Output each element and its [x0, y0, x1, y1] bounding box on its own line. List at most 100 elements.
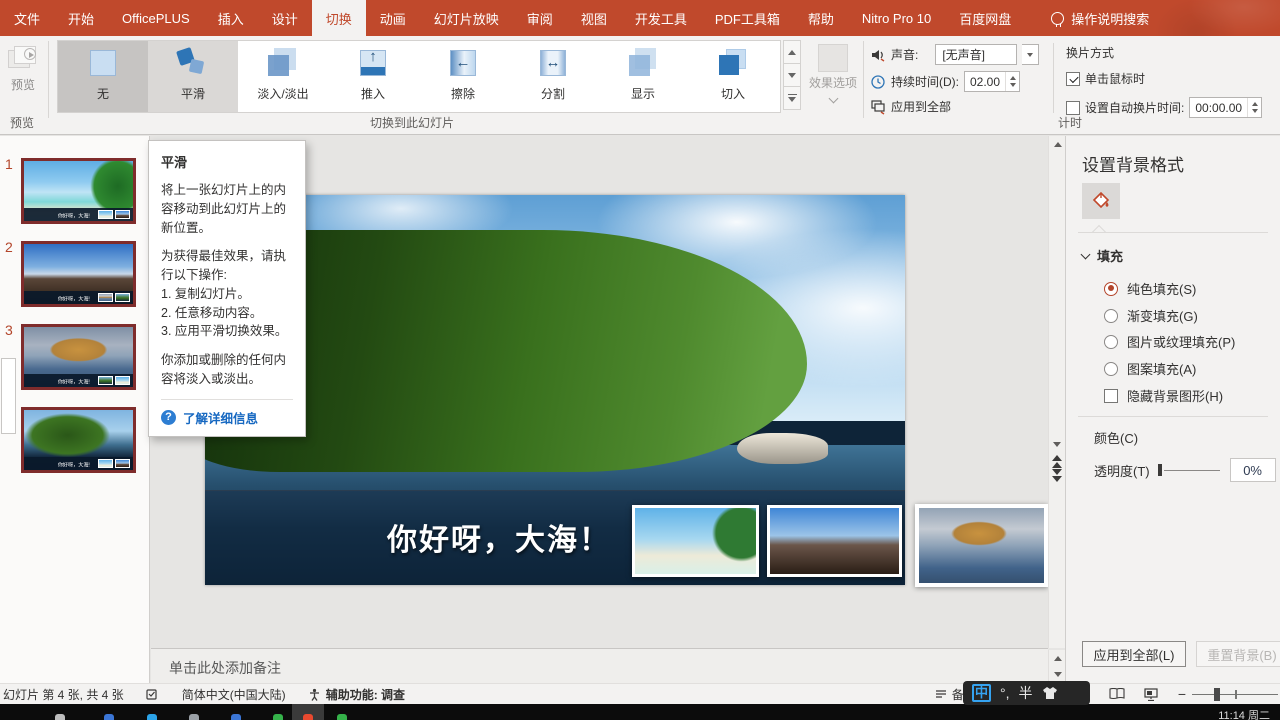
color-label[interactable]: 颜色(C): [1094, 428, 1138, 447]
auto-advance-spin-arrows[interactable]: [1247, 98, 1261, 117]
taskbar-app-icon[interactable]: [337, 714, 347, 720]
zoom-out-button[interactable]: −: [1172, 686, 1192, 702]
next-slide-button[interactable]: [1048, 467, 1065, 483]
duration-spinner[interactable]: 02.00: [964, 71, 1020, 92]
slide-photo-dark-beach[interactable]: [767, 505, 902, 577]
taskbar-app-icon[interactable]: [273, 714, 283, 720]
scroll-up-button[interactable]: [1049, 136, 1066, 152]
fill-option-gradient[interactable]: 渐变填充(G): [1104, 306, 1198, 325]
accessibility-status[interactable]: 辅助功能: 调查: [308, 686, 405, 703]
ime-punctuation-button[interactable]: °,: [1000, 685, 1010, 701]
ime-toolbar[interactable]: 中 °, 半: [963, 681, 1090, 705]
zoom-slider-thumb[interactable]: [1214, 688, 1220, 701]
duration-spin-arrows[interactable]: [1005, 72, 1019, 91]
menu-tab-insert[interactable]: 插入: [204, 0, 258, 36]
offslide-photo-mountain[interactable]: [915, 504, 1048, 587]
ime-chinese-mode-button[interactable]: 中: [972, 684, 991, 702]
transition-none[interactable]: 无: [58, 41, 148, 112]
spellcheck-icon[interactable]: [146, 688, 160, 701]
fill-section-header[interactable]: 填充: [1082, 246, 1123, 265]
slideshow-view-button[interactable]: [1138, 684, 1164, 705]
language-status[interactable]: 简体中文(中国大陆): [182, 686, 286, 703]
transition-morph[interactable]: 平滑: [148, 41, 238, 112]
gallery-scroll-up-button[interactable]: [783, 40, 801, 64]
transition-cover[interactable]: 切入: [688, 41, 778, 112]
transparency-value-box[interactable]: 0%: [1230, 458, 1276, 482]
on-mouse-click-checkbox[interactable]: [1066, 72, 1080, 86]
menu-tab-view[interactable]: 视图: [567, 0, 621, 36]
auto-advance-spinner[interactable]: 00:00.00: [1189, 97, 1262, 118]
scroll-down-button[interactable]: [1048, 436, 1065, 452]
hide-background-checkbox[interactable]: 隐藏背景图形(H): [1104, 386, 1223, 405]
slide-thumbnail-2[interactable]: 你好呀，大海!: [21, 241, 136, 307]
slide-photo-beach[interactable]: [632, 505, 759, 577]
transition-wipe[interactable]: ← 擦除: [418, 41, 508, 112]
reset-background-button[interactable]: 重置背景(B): [1196, 641, 1280, 667]
slide-thumbnail-1[interactable]: 你好呀，大海!: [21, 158, 136, 224]
sound-combobox[interactable]: [无声音]: [935, 44, 1017, 65]
transition-fade[interactable]: 淡入/淡出: [238, 41, 328, 112]
vertical-scrollbar[interactable]: [1048, 136, 1065, 648]
apply-all-icon: [870, 99, 886, 115]
menu-tab-slideshow[interactable]: 幻灯片放映: [420, 0, 513, 36]
zoom-slider[interactable]: [1192, 684, 1278, 705]
effect-options-button[interactable]: 效果选项: [806, 40, 860, 116]
taskbar-clock[interactable]: 11:14 周二: [1218, 707, 1270, 720]
sound-dropdown-button[interactable]: [1022, 44, 1039, 65]
group-divider: [863, 41, 864, 118]
menu-tab-transitions[interactable]: 切换: [312, 0, 366, 36]
apply-to-all-background-button[interactable]: 应用到全部(L): [1082, 641, 1186, 667]
fill-option-pattern[interactable]: 图案填充(A): [1104, 359, 1196, 378]
slide-thumbnail-4[interactable]: 你好呀，大海!: [21, 407, 136, 473]
help-question-icon: ?: [161, 410, 176, 425]
gallery-scroll-down-button[interactable]: [783, 63, 801, 87]
reading-view-button[interactable]: [1104, 684, 1130, 705]
menu-tab-pdf-tools[interactable]: PDF工具箱: [701, 0, 794, 36]
notes-scrollbar[interactable]: [1048, 650, 1065, 683]
menu-tab-baidu[interactable]: 百度网盘: [945, 0, 1025, 36]
menu-tab-design[interactable]: 设计: [258, 0, 312, 36]
taskbar-app-icon[interactable]: [55, 714, 65, 720]
slide-caption-text[interactable]: 你好呀，大海！: [387, 515, 611, 559]
notes-scroll-up-button[interactable]: [1049, 650, 1066, 666]
transition-cover-icon: [716, 48, 750, 80]
radio-icon: [1104, 309, 1118, 323]
menu-tab-developer[interactable]: 开发工具: [621, 0, 701, 36]
menu-tab-home[interactable]: 开始: [54, 0, 108, 36]
menu-tab-review[interactable]: 审阅: [513, 0, 567, 36]
taskbar-app-icon[interactable]: [231, 714, 241, 720]
auto-advance-checkbox[interactable]: [1066, 101, 1080, 115]
ime-halfwidth-button[interactable]: 半: [1019, 683, 1033, 703]
menu-tab-help[interactable]: 帮助: [794, 0, 848, 36]
scrollbar-thumb[interactable]: [1, 358, 16, 434]
windows-taskbar[interactable]: 11:14 周二: [0, 704, 1280, 720]
notes-scroll-down-button[interactable]: [1049, 666, 1066, 682]
apply-to-all-button[interactable]: 应用到全部: [891, 98, 951, 115]
fill-option-solid[interactable]: 纯色填充(S): [1104, 279, 1196, 298]
menu-tab-animations[interactable]: 动画: [366, 0, 420, 36]
fill-option-picture[interactable]: 图片或纹理填充(P): [1104, 332, 1235, 351]
notes-pane[interactable]: 单击此处添加备注: [151, 648, 1048, 683]
ime-skin-icon[interactable]: [1042, 686, 1058, 700]
taskbar-app-icon[interactable]: [104, 714, 114, 720]
slide-caption-band: 你好呀，大海！: [205, 490, 905, 585]
taskbar-app-icon-powerpoint[interactable]: [303, 714, 313, 720]
menu-tab-file[interactable]: 文件: [0, 0, 54, 36]
taskbar-app-icon[interactable]: [147, 714, 157, 720]
gallery-more-button[interactable]: [783, 86, 801, 110]
transition-push[interactable]: ↑ 推入: [328, 41, 418, 112]
taskbar-app-icon[interactable]: [189, 714, 199, 720]
transition-reveal[interactable]: 显示: [598, 41, 688, 112]
preview-button[interactable]: 预览: [0, 40, 46, 118]
auto-advance-label: 设置自动换片时间:: [1085, 99, 1184, 116]
menu-tab-officeplus[interactable]: OfficePLUS: [108, 0, 204, 36]
transition-split[interactable]: ↔ 分割: [508, 41, 598, 112]
slide-thumbnail-3[interactable]: 你好呀，大海!: [21, 324, 136, 390]
tooltip-step: 1. 复制幻灯片。: [161, 285, 293, 304]
fill-bucket-button[interactable]: [1082, 183, 1120, 219]
current-slide[interactable]: 你好呀，大海！: [205, 195, 905, 585]
tooltip-body: 你添加或删除的任何内容将淡入或淡出。: [161, 351, 293, 389]
learn-more-link[interactable]: 了解详细信息: [183, 408, 258, 427]
transparency-slider[interactable]: [1158, 463, 1220, 477]
menu-tab-nitro[interactable]: Nitro Pro 10: [848, 0, 945, 36]
